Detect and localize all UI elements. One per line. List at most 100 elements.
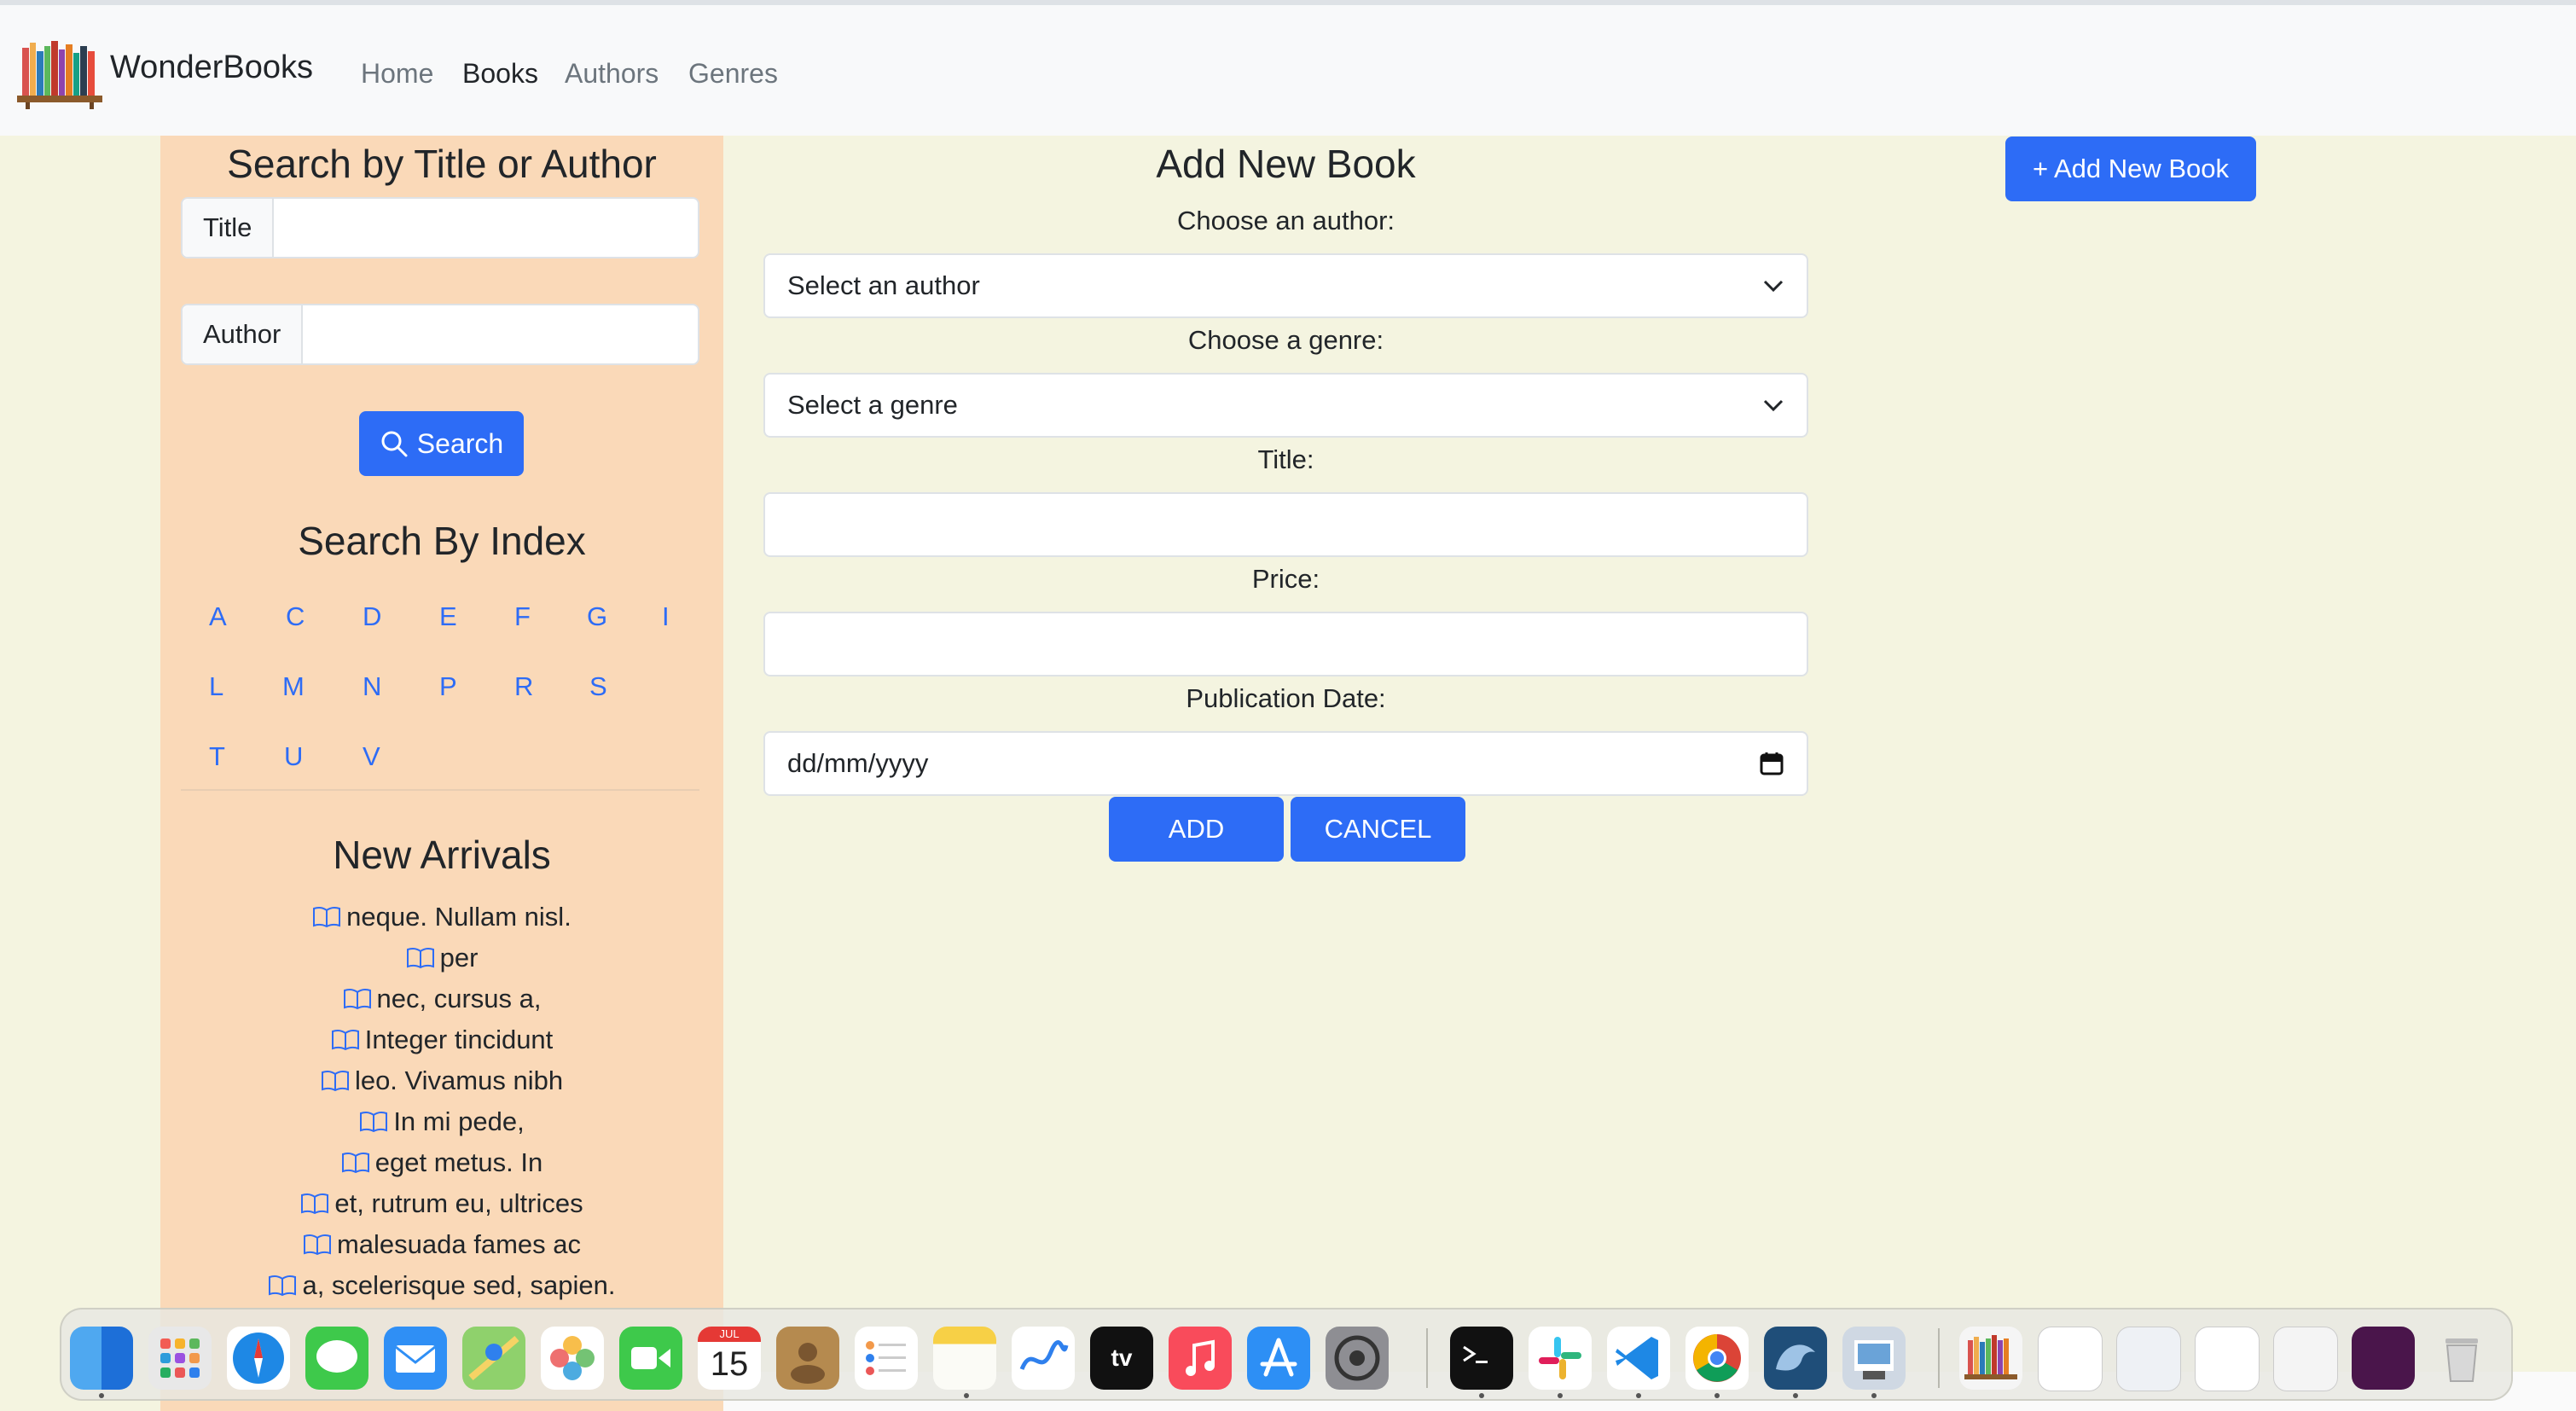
publication-date-placeholder: dd/mm/yyyy xyxy=(787,748,929,778)
contacts-icon[interactable] xyxy=(776,1327,839,1390)
arrival-item[interactable]: nec, cursus a, xyxy=(160,978,723,1019)
index-letter-c[interactable]: C xyxy=(286,601,305,632)
index-letter-v[interactable]: V xyxy=(363,741,380,772)
arrival-title: per xyxy=(439,943,479,973)
appletv-icon[interactable]: tv xyxy=(1090,1327,1153,1390)
add-button[interactable]: ADD xyxy=(1109,797,1284,862)
arrival-item[interactable]: neque. Nullam nisl. xyxy=(160,897,723,938)
finder-icon[interactable] xyxy=(70,1327,133,1390)
book-open-icon xyxy=(406,947,434,969)
nav-link-books[interactable]: Books xyxy=(462,58,538,90)
index-letter-e[interactable]: E xyxy=(439,601,457,632)
index-letter-p[interactable]: P xyxy=(439,671,457,702)
nav-link-home[interactable]: Home xyxy=(361,58,433,90)
reminders-icon[interactable] xyxy=(855,1327,918,1390)
index-letter-r[interactable]: R xyxy=(514,671,533,702)
arrival-item[interactable]: malesuada fames ac xyxy=(160,1224,723,1265)
launchpad-icon[interactable] xyxy=(148,1327,212,1390)
arrival-item[interactable]: Integer tincidunt xyxy=(160,1019,723,1060)
arrival-item[interactable]: a, scelerisque sed, sapien. xyxy=(160,1265,723,1306)
photos-icon[interactable] xyxy=(541,1327,604,1390)
index-letter-n[interactable]: N xyxy=(363,671,381,702)
arrival-item[interactable]: per xyxy=(160,938,723,978)
messages-icon[interactable] xyxy=(305,1327,368,1390)
sidebar: Search by Title or Author Title Author S… xyxy=(160,136,723,1411)
navbar: WonderBooks Home Books Authors Genres xyxy=(0,0,2576,136)
author-select[interactable]: Select an author xyxy=(763,253,1808,318)
arrival-title: In mi pede, xyxy=(393,1106,525,1136)
recent-doc-2-icon[interactable] xyxy=(2116,1327,2181,1391)
price-field[interactable] xyxy=(763,612,1808,676)
search-heading: Search by Title or Author xyxy=(227,142,657,186)
title-field[interactable] xyxy=(763,492,1808,557)
author-search-input[interactable] xyxy=(303,305,698,363)
arrival-item[interactable]: eget metus. In xyxy=(160,1142,723,1183)
index-letter-u[interactable]: U xyxy=(284,741,303,772)
slack-icon[interactable] xyxy=(1529,1327,1592,1390)
publication-date-label: Publication Date: xyxy=(1186,683,1386,713)
mysql-workbench-icon[interactable] xyxy=(1764,1327,1827,1390)
appstore-icon[interactable] xyxy=(1247,1327,1310,1390)
book-open-icon xyxy=(269,1275,297,1297)
music-icon[interactable] xyxy=(1169,1327,1232,1390)
add-new-book-button[interactable]: + Add New Book xyxy=(2005,136,2256,201)
recent-doc-4-icon[interactable] xyxy=(2273,1327,2338,1391)
form-title: Add New Book xyxy=(1156,142,1416,186)
dock-running-indicator xyxy=(1636,1393,1641,1398)
nav-link-genres[interactable]: Genres xyxy=(688,58,778,90)
publication-date-field[interactable]: dd/mm/yyyy xyxy=(763,731,1808,796)
calendar-icon[interactable]: JUL 15 xyxy=(698,1327,761,1390)
index-letter-d[interactable]: D xyxy=(363,601,381,632)
recent-bookshelf-icon[interactable] xyxy=(1959,1327,2022,1390)
title-search-input[interactable] xyxy=(274,199,698,257)
mail-icon[interactable] xyxy=(384,1327,447,1390)
arrival-title: nec, cursus a, xyxy=(376,984,542,1013)
dock-running-indicator xyxy=(1714,1393,1720,1398)
index-letter-f[interactable]: F xyxy=(514,601,531,632)
arrival-item[interactable]: leo. Vivamus nibh xyxy=(160,1060,723,1101)
new-arrivals-list: neque. Nullam nisl. per nec, cursus a, I… xyxy=(160,897,723,1306)
notes-icon[interactable] xyxy=(933,1327,996,1390)
brand-name[interactable]: WonderBooks xyxy=(110,49,313,86)
recent-doc-1-icon[interactable] xyxy=(2038,1327,2103,1391)
nav-link-authors[interactable]: Authors xyxy=(565,58,659,90)
dock-running-indicator xyxy=(99,1393,104,1398)
trash-icon[interactable] xyxy=(2430,1327,2493,1390)
author-search-group: Author xyxy=(181,304,699,365)
genre-select[interactable]: Select a genre xyxy=(763,373,1808,438)
recent-doc-5-icon[interactable] xyxy=(2352,1327,2415,1390)
arrival-title: eget metus. In xyxy=(374,1147,543,1177)
arrival-title: malesuada fames ac xyxy=(336,1229,582,1259)
facetime-icon[interactable] xyxy=(619,1327,682,1390)
index-letter-t[interactable]: T xyxy=(209,741,225,772)
system-settings-icon[interactable] xyxy=(1326,1327,1389,1390)
arrival-item[interactable]: In mi pede, xyxy=(160,1101,723,1142)
book-open-icon xyxy=(303,1234,331,1256)
index-letter-l[interactable]: L xyxy=(209,671,223,702)
calendar-icon[interactable] xyxy=(1759,751,1784,776)
index-letter-s[interactable]: S xyxy=(589,671,607,702)
arrival-item[interactable]: et, rutrum eu, ultrices xyxy=(160,1183,723,1224)
index-heading: Search By Index xyxy=(298,519,586,563)
vscode-icon[interactable] xyxy=(1607,1327,1670,1390)
freeform-icon[interactable] xyxy=(1012,1327,1075,1390)
chrome-icon[interactable] xyxy=(1685,1327,1749,1390)
cancel-button[interactable]: CANCEL xyxy=(1291,797,1465,862)
genre-select-value: Select a genre xyxy=(787,390,958,420)
bookshelf-logo-icon[interactable] xyxy=(17,36,102,109)
chevron-down-icon xyxy=(1763,280,1784,293)
index-letter-i[interactable]: I xyxy=(662,601,670,632)
index-letter-m[interactable]: M xyxy=(282,671,305,702)
recent-doc-3-icon[interactable] xyxy=(2195,1327,2260,1391)
safari-icon[interactable] xyxy=(227,1327,290,1390)
calendar-month: JUL xyxy=(698,1327,761,1342)
search-button[interactable]: Search xyxy=(359,411,524,476)
terminal-icon[interactable] xyxy=(1450,1327,1513,1390)
maps-icon[interactable] xyxy=(462,1327,525,1390)
arrival-title: Integer tincidunt xyxy=(364,1025,554,1054)
preview-icon[interactable] xyxy=(1842,1327,1906,1390)
index-letter-a[interactable]: A xyxy=(209,601,227,632)
index-letter-g[interactable]: G xyxy=(587,601,607,632)
arrival-title: a, scelerisque sed, sapien. xyxy=(302,1270,616,1300)
book-open-icon xyxy=(360,1111,388,1133)
